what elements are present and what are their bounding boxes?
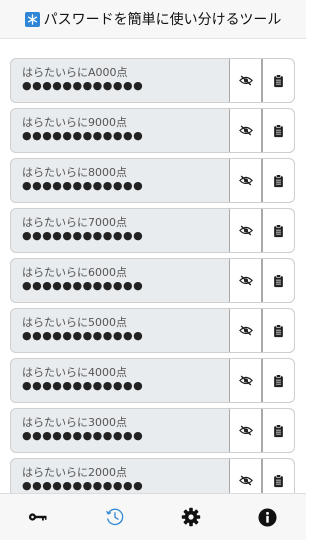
- history-icon: [105, 508, 124, 526]
- masked-password: ●●●●●●●●●●●●: [22, 129, 144, 142]
- toggle-visibility-button[interactable]: [229, 309, 262, 352]
- clipboard-icon: [274, 423, 283, 437]
- masked-password: ●●●●●●●●●●●●: [22, 79, 144, 92]
- password-row: はらたいらに8000点 ●●●●●●●●●●●●: [10, 158, 295, 203]
- clipboard-icon: [274, 323, 283, 337]
- toggle-visibility-button[interactable]: [229, 159, 262, 202]
- masked-password: ●●●●●●●●●●●●: [22, 329, 144, 342]
- masked-password: ●●●●●●●●●●●●: [22, 179, 144, 192]
- masked-password: ●●●●●●●●●●●●: [22, 479, 144, 492]
- clipboard-icon: [274, 173, 283, 187]
- toggle-visibility-button[interactable]: [229, 209, 262, 252]
- eye-slash-icon: [238, 375, 253, 386]
- eye-slash-icon: [238, 125, 253, 136]
- tab-passwords[interactable]: [0, 494, 77, 540]
- password-label: はらたいらに7000点: [22, 216, 127, 229]
- clipboard-icon: [274, 73, 283, 87]
- copy-button[interactable]: [262, 159, 294, 202]
- page-title: パスワードを簡単に使い分けるツール: [43, 12, 282, 28]
- gear-icon: [182, 507, 201, 527]
- password-row: はらたいらに4000点 ●●●●●●●●●●●●: [10, 358, 295, 403]
- password-label: はらたいらに6000点: [22, 266, 127, 279]
- eye-slash-icon: [238, 75, 253, 86]
- copy-button[interactable]: [262, 359, 294, 402]
- password-label: はらたいらに5000点: [22, 316, 127, 329]
- copy-button[interactable]: [262, 259, 294, 302]
- copy-button[interactable]: [262, 109, 294, 152]
- toggle-visibility-button[interactable]: [229, 109, 262, 152]
- toggle-visibility-button[interactable]: [229, 459, 262, 494]
- password-row: はらたいらに5000点 ●●●●●●●●●●●●: [10, 308, 295, 353]
- toggle-visibility-button[interactable]: [229, 409, 262, 452]
- clipboard-icon: [274, 273, 283, 287]
- masked-password: ●●●●●●●●●●●●: [22, 279, 144, 292]
- password-label: はらたいらに9000点: [22, 116, 127, 129]
- toggle-visibility-button[interactable]: [229, 359, 262, 402]
- app-header: パスワードを簡単に使い分けるツール: [0, 0, 306, 39]
- tab-history[interactable]: [77, 494, 154, 540]
- eye-slash-icon: [238, 475, 253, 486]
- password-list[interactable]: はらたいらにA000点 ●●●●●●●●●●●● はらたいらに9000点 ●●●…: [0, 38, 306, 494]
- password-row: はらたいらに3000点 ●●●●●●●●●●●●: [10, 408, 295, 453]
- masked-password: ●●●●●●●●●●●●: [22, 429, 144, 442]
- copy-button[interactable]: [262, 209, 294, 252]
- password-row: はらたいらに9000点 ●●●●●●●●●●●●: [10, 108, 295, 153]
- masked-password: ●●●●●●●●●●●●: [22, 229, 144, 242]
- tab-info[interactable]: [230, 494, 307, 540]
- password-row: はらたいらに6000点 ●●●●●●●●●●●●: [10, 258, 295, 303]
- password-row: はらたいらにA000点 ●●●●●●●●●●●●: [10, 58, 295, 103]
- password-row: はらたいらに7000点 ●●●●●●●●●●●●: [10, 208, 295, 253]
- clipboard-icon: [274, 123, 283, 137]
- key-icon: [29, 513, 47, 521]
- eye-slash-icon: [238, 275, 253, 286]
- password-label: はらたいらにA000点: [22, 66, 128, 79]
- masked-password: ●●●●●●●●●●●●: [22, 379, 144, 392]
- info-icon: [258, 507, 277, 527]
- clipboard-icon: [274, 373, 283, 387]
- password-label: はらたいらに8000点: [22, 166, 127, 179]
- eye-slash-icon: [238, 325, 253, 336]
- eye-slash-icon: [238, 425, 253, 436]
- copy-button[interactable]: [262, 309, 294, 352]
- copy-button[interactable]: [262, 409, 294, 452]
- password-row: はらたいらに2000点 ●●●●●●●●●●●●: [10, 458, 295, 494]
- clipboard-icon: [274, 473, 283, 487]
- toggle-visibility-button[interactable]: [229, 259, 262, 302]
- password-label: はらたいらに2000点: [22, 466, 127, 479]
- password-label: はらたいらに4000点: [22, 366, 127, 379]
- bottom-tab-bar: [0, 493, 306, 540]
- copy-button[interactable]: [262, 59, 294, 102]
- clipboard-icon: [274, 223, 283, 237]
- eye-slash-icon: [238, 225, 253, 236]
- eye-slash-icon: [238, 175, 253, 186]
- app-logo-icon: [24, 11, 40, 27]
- toggle-visibility-button[interactable]: [229, 59, 262, 102]
- tab-settings[interactable]: [153, 494, 230, 540]
- password-label: はらたいらに3000点: [22, 416, 127, 429]
- copy-button[interactable]: [262, 459, 294, 494]
